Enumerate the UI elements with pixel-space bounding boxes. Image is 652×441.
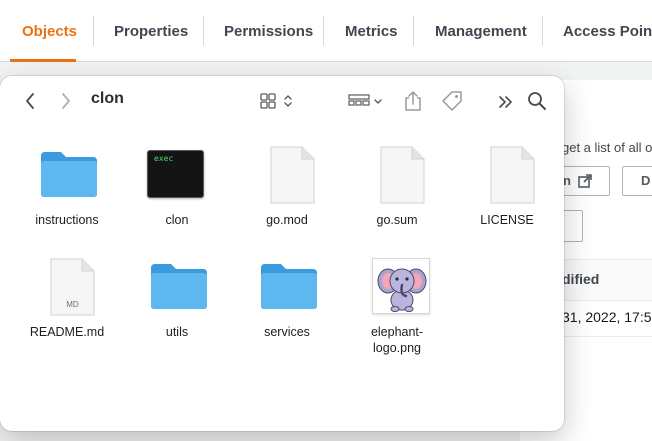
- file-item-utils[interactable]: utils: [122, 256, 232, 340]
- folder-icon: [151, 264, 207, 309]
- tab-permissions[interactable]: Permissions: [224, 0, 313, 62]
- file-item-readme[interactable]: MD README.md: [12, 256, 122, 340]
- tab-bar: Objects Properties Permissions Metrics M…: [0, 0, 652, 62]
- finder-toolbar: clon: [0, 76, 564, 126]
- chevron-right-icon: [62, 93, 70, 109]
- folder-icon: [261, 264, 317, 309]
- file-name: clon: [165, 213, 189, 227]
- search-icon: [528, 92, 546, 110]
- tab-divider: [413, 16, 414, 46]
- tag-icon: [442, 91, 462, 111]
- document-icon: [380, 146, 425, 204]
- view-mode-button[interactable]: [260, 93, 296, 109]
- elephant-icon: [377, 268, 427, 312]
- last-modified-cell: 31, 2022, 17:5: [562, 309, 652, 325]
- tab-divider: [203, 16, 204, 46]
- markdown-document-icon: MD: [50, 258, 95, 316]
- group-by-icon: [348, 94, 382, 106]
- delete-button[interactable]: D: [622, 166, 652, 196]
- document-icon: [270, 146, 315, 204]
- file-item-clon[interactable]: exec clon: [122, 144, 232, 228]
- file-name: README.md: [29, 325, 105, 339]
- external-link-icon: [578, 174, 592, 188]
- tab-access-points[interactable]: Access Points: [563, 0, 652, 62]
- chevron-left-icon: [26, 93, 34, 109]
- window-title: clon: [91, 90, 124, 107]
- tab-metrics[interactable]: Metrics: [345, 0, 398, 62]
- file-item-elephant-logo[interactable]: elephant-logo.png: [342, 256, 452, 356]
- file-name: go.sum: [376, 213, 418, 227]
- share-button[interactable]: [404, 90, 422, 112]
- back-button[interactable]: [24, 92, 36, 110]
- file-item-go-mod[interactable]: go.mod: [232, 144, 342, 228]
- folder-icon: [41, 152, 97, 197]
- document-icon: [490, 146, 535, 204]
- tab-divider: [323, 16, 324, 46]
- active-tab-indicator: [10, 59, 76, 62]
- file-item-license[interactable]: LICENSE: [452, 144, 562, 228]
- objects-description: get a list of all ol: [562, 140, 652, 155]
- file-name: utils: [165, 325, 189, 339]
- tab-divider: [93, 16, 94, 46]
- file-name: services: [264, 325, 310, 339]
- file-name: elephant-logo.png: [370, 325, 424, 355]
- file-name: go.mod: [266, 213, 308, 227]
- file-item-instructions[interactable]: instructions: [12, 144, 122, 228]
- tag-button[interactable]: [441, 90, 463, 112]
- more-toolbar-button[interactable]: [498, 95, 514, 109]
- file-name: LICENSE: [480, 213, 534, 227]
- forward-button[interactable]: [60, 92, 72, 110]
- terminal-executable-icon: exec: [147, 150, 204, 198]
- search-button[interactable]: [527, 91, 547, 111]
- share-icon: [405, 91, 421, 111]
- tab-objects[interactable]: Objects: [22, 0, 77, 62]
- elephant-image-thumbnail: [372, 258, 430, 314]
- group-button[interactable]: [348, 94, 384, 110]
- tab-management[interactable]: Management: [435, 0, 527, 62]
- tab-properties[interactable]: Properties: [114, 0, 188, 62]
- icon-grid-icon: [260, 93, 292, 109]
- double-chevron-right-icon: [499, 96, 512, 108]
- file-name: instructions: [35, 213, 99, 227]
- file-item-go-sum[interactable]: go.sum: [342, 144, 452, 228]
- file-item-services[interactable]: services: [232, 256, 342, 340]
- column-header-last-modified: dified: [562, 271, 600, 287]
- tab-divider: [542, 16, 543, 46]
- finder-window: clon instructions exec clon go.mod go.su…: [0, 76, 564, 431]
